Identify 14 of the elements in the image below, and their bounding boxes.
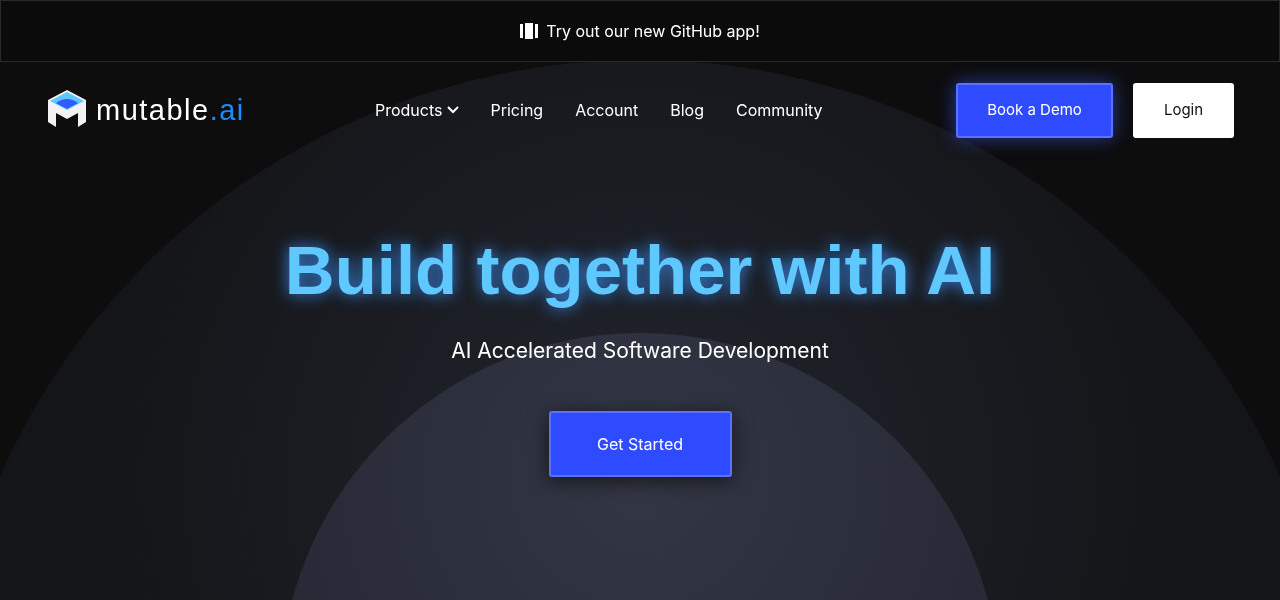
- nav-link[interactable]: Products: [375, 98, 459, 122]
- get-started-button[interactable]: Get Started: [548, 410, 732, 477]
- nav-link[interactable]: Pricing: [490, 98, 544, 122]
- book-demo-button[interactable]: Book a Demo: [956, 82, 1113, 138]
- announcement-bar[interactable]: Try out our new GitHub app!: [0, 0, 1280, 62]
- nav-link[interactable]: Community: [735, 98, 823, 122]
- columns-icon: [520, 23, 539, 39]
- chevron-down-icon: [446, 106, 459, 114]
- nav-link[interactable]: Account: [575, 98, 639, 122]
- hero-subtitle: AI Accelerated Software Development: [451, 337, 829, 365]
- logo-text: mutable.ai: [96, 95, 245, 125]
- announcement-text: Try out our new GitHub app!: [546, 20, 760, 43]
- nav-link[interactable]: Blog: [670, 98, 704, 122]
- login-button[interactable]: Login: [1133, 82, 1234, 138]
